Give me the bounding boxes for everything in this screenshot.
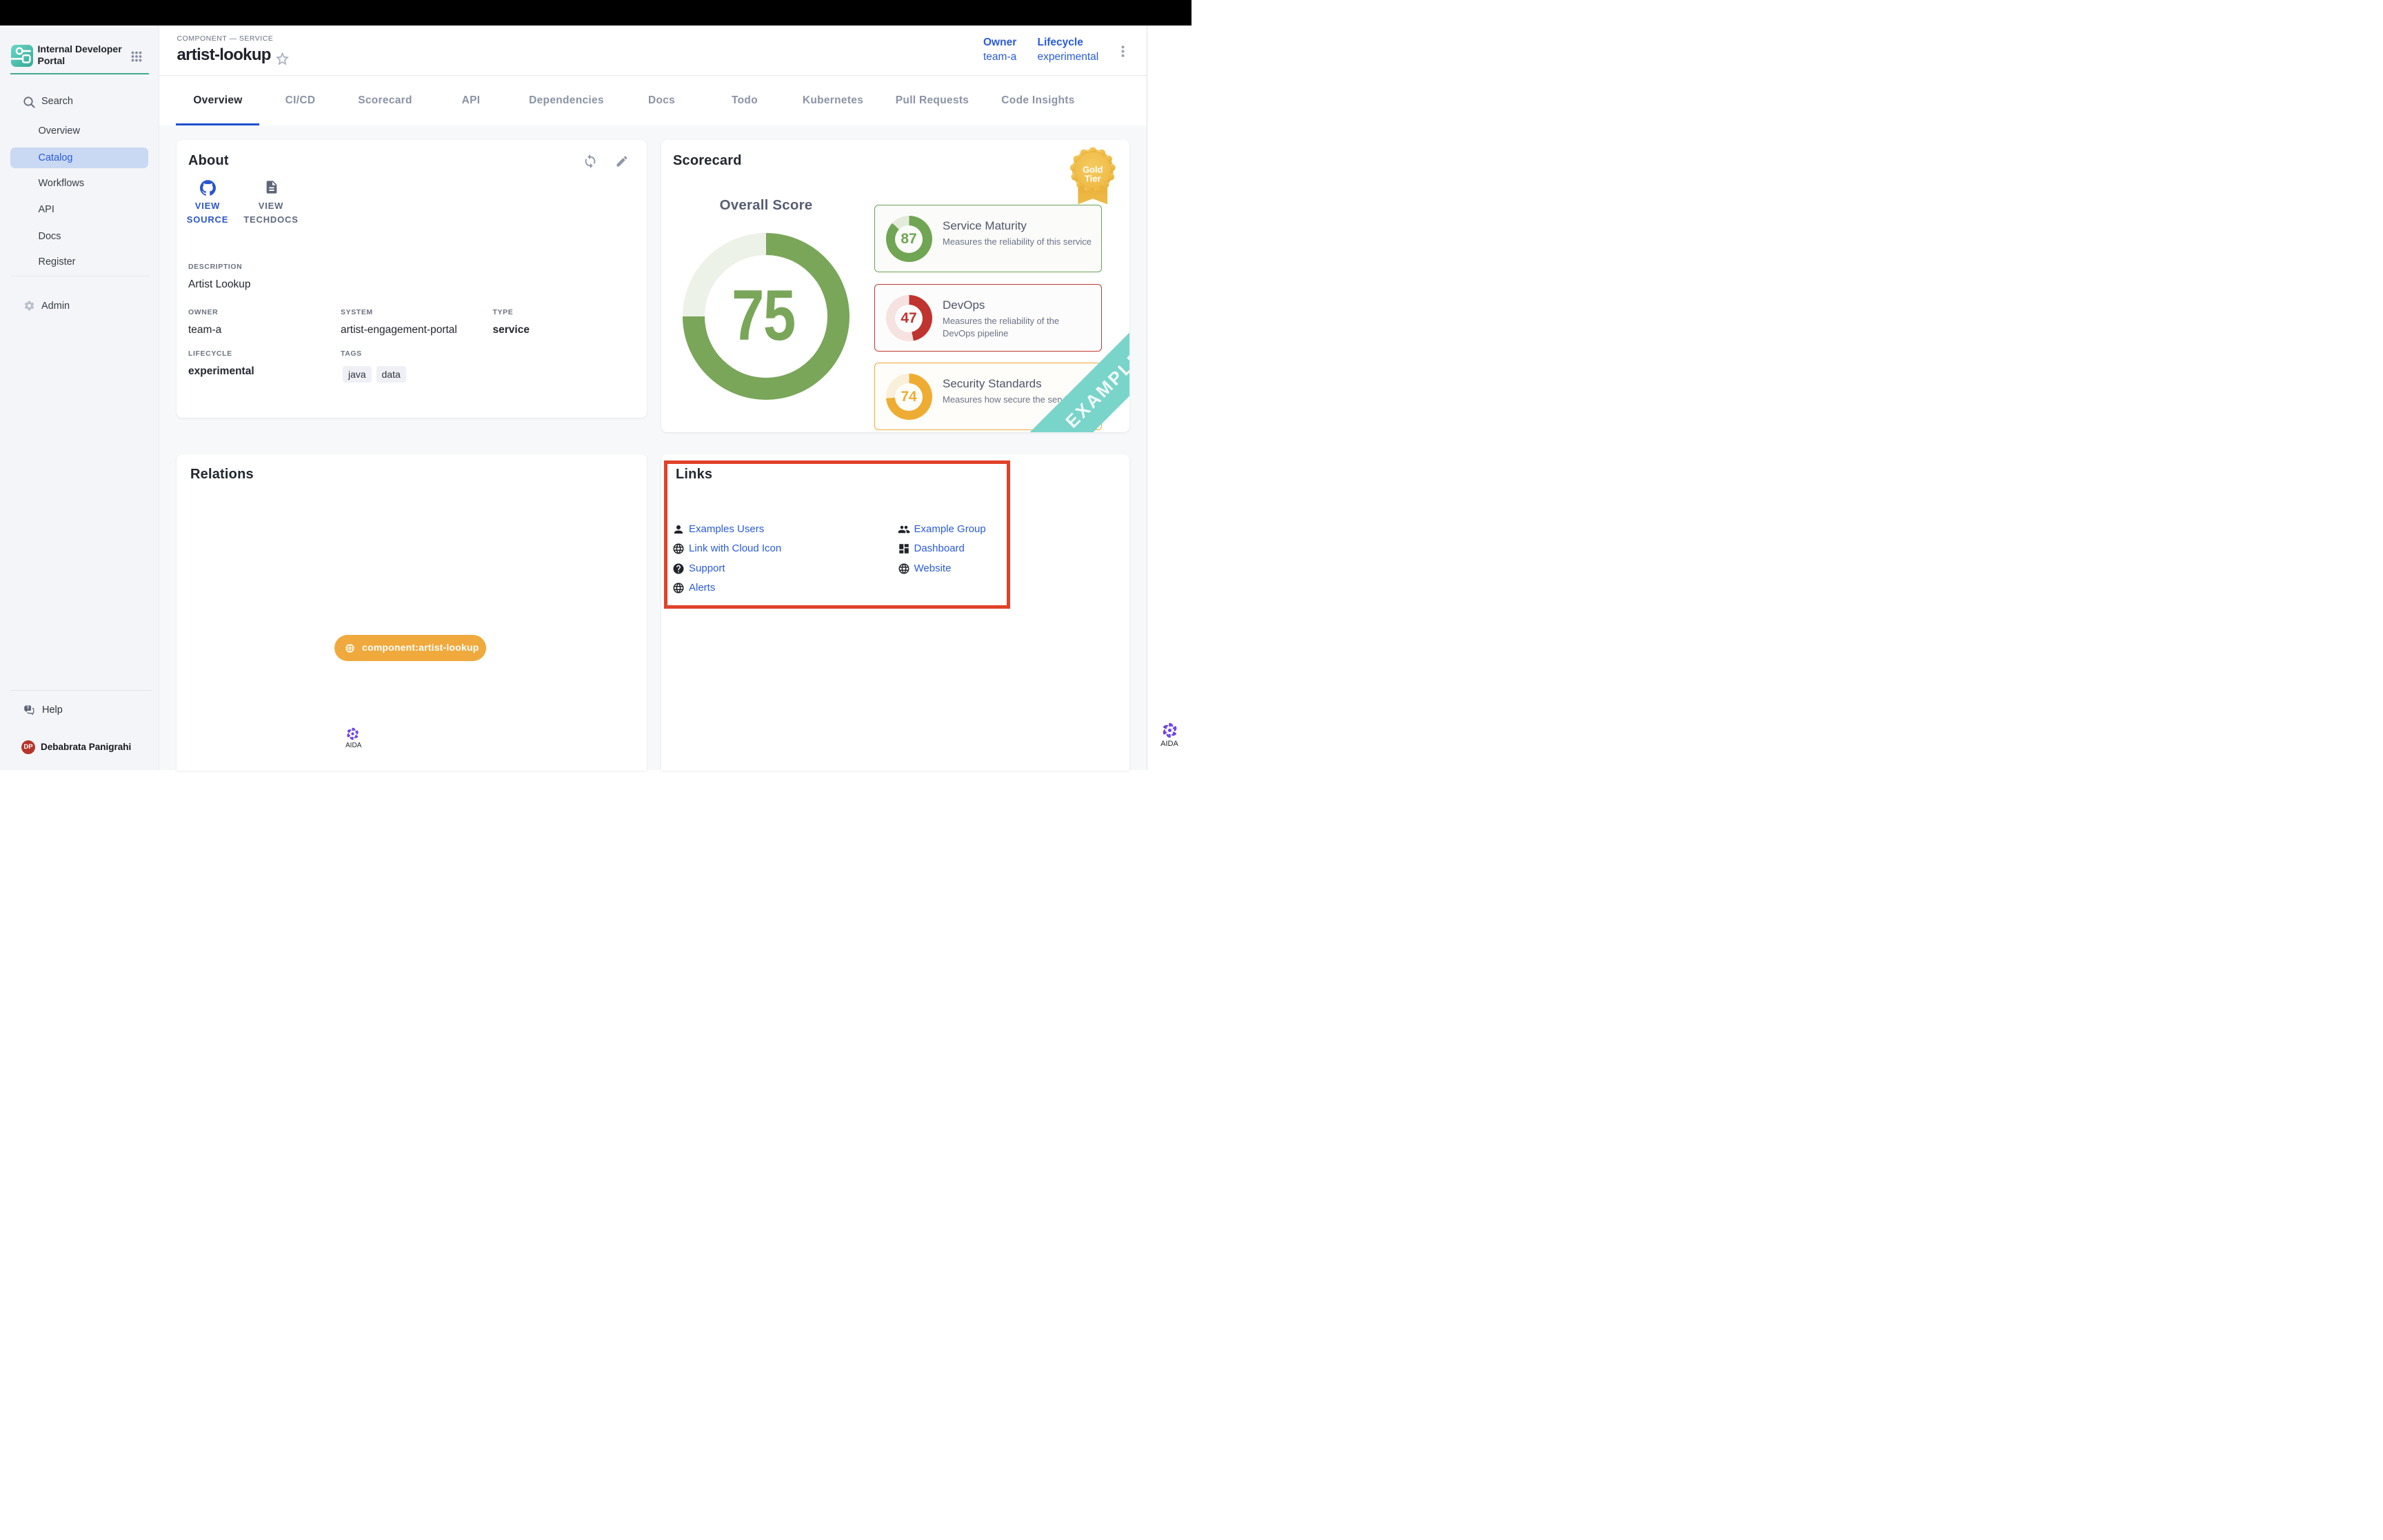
svg-text:Tier: Tier	[1084, 174, 1100, 184]
svg-text:?: ?	[26, 706, 29, 711]
